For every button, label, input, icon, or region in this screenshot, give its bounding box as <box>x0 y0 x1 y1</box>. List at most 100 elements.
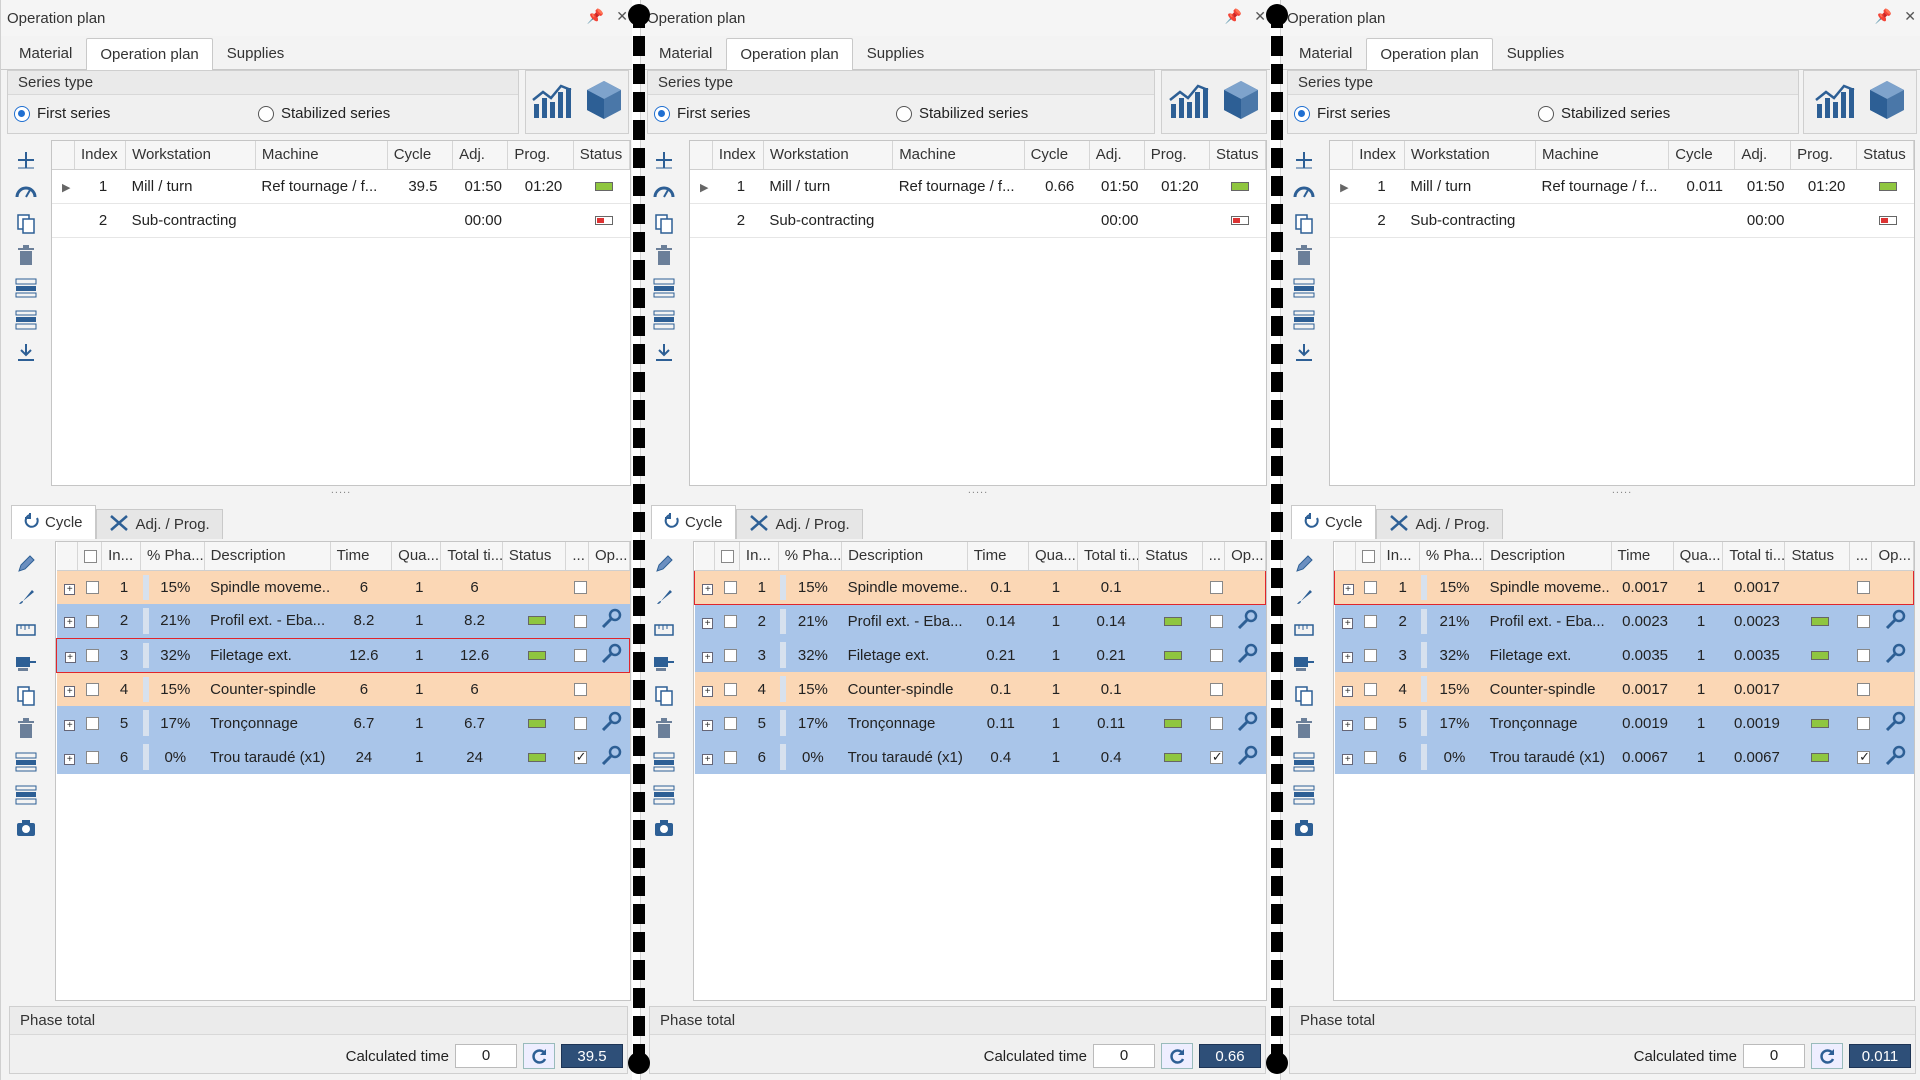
pin-icon[interactable]: 📌 <box>1875 8 1892 25</box>
expand-plus-icon[interactable]: + <box>702 685 714 697</box>
select-all-checkbox[interactable] <box>83 549 97 563</box>
copy-icon[interactable] <box>13 684 39 708</box>
phase-op-cell[interactable] <box>588 604 630 638</box>
phase-row[interactable]: +1 15% Spindle moveme... 6 1 6 <box>56 570 630 604</box>
column-header[interactable]: Adj. <box>1089 141 1145 170</box>
splitter-handle[interactable]: ..... <box>1329 485 1915 496</box>
phase-op-cell[interactable] <box>588 637 631 673</box>
move-down-icon[interactable] <box>1291 783 1317 807</box>
column-header[interactable]: Description <box>1483 542 1612 571</box>
wrench-icon[interactable] <box>601 609 623 632</box>
wrench-icon[interactable] <box>1885 745 1907 769</box>
select-all-cell[interactable] <box>77 542 103 571</box>
phase-option-checkbox[interactable] <box>1209 615 1223 629</box>
phase-op-cell[interactable] <box>1224 604 1266 638</box>
phase-select-cell[interactable] <box>1355 604 1381 638</box>
column-header[interactable]: Cycle <box>1668 141 1736 170</box>
edit-icon[interactable] <box>651 552 677 576</box>
move-up-icon[interactable] <box>1291 750 1317 774</box>
column-header[interactable]: Time <box>1611 542 1674 571</box>
phase-row[interactable]: +1 15% Spindle moveme... 0.0017 1 0.0017 <box>1334 569 1914 605</box>
phase-expand-cell[interactable]: + <box>56 706 77 740</box>
wrench-icon[interactable] <box>601 643 623 667</box>
machine-icon[interactable] <box>651 651 677 675</box>
phase-option-cell[interactable] <box>1202 706 1225 740</box>
row-expander-icon[interactable]: ▶ <box>1330 169 1353 204</box>
phase-select-cell[interactable] <box>1355 740 1381 774</box>
column-header[interactable]: Workstation <box>125 141 256 170</box>
wrench-icon[interactable] <box>1885 609 1907 633</box>
phase-op-cell[interactable] <box>1224 706 1266 740</box>
column-header[interactable]: Total ti... <box>440 542 503 571</box>
phase-expand-cell[interactable]: + <box>56 637 77 673</box>
phase-op-cell[interactable] <box>1871 638 1914 672</box>
import-icon[interactable] <box>13 340 39 364</box>
phase-select-cell[interactable] <box>77 672 102 706</box>
phase-option-cell[interactable] <box>1849 672 1872 706</box>
column-header[interactable]: Adj. <box>1734 141 1792 170</box>
column-header[interactable]: Status <box>1784 542 1850 571</box>
phase-row[interactable]: +4 15% Counter-spindle 0.1 1 0.1 <box>694 672 1266 706</box>
operation-row[interactable]: 2 Sub-contracting 00:00 <box>690 203 1266 238</box>
phase-select-cell[interactable] <box>1355 706 1381 740</box>
copy-icon[interactable] <box>651 684 677 708</box>
expand-plus-icon[interactable]: + <box>1342 685 1354 697</box>
phase-row[interactable]: +3 32% Filetage ext. 0.0035 1 0.0035 <box>1334 638 1914 672</box>
expand-plus-icon[interactable]: + <box>1342 719 1354 731</box>
tab-supplies[interactable]: Supplies <box>1493 37 1579 69</box>
gauge-icon[interactable] <box>1291 180 1317 204</box>
tab-cycle[interactable]: Cycle <box>651 505 736 539</box>
phase-select-cell[interactable] <box>1355 569 1381 605</box>
phase-op-cell[interactable] <box>1871 740 1914 774</box>
phase-select-cell[interactable] <box>1355 672 1381 706</box>
column-header[interactable]: Qua... <box>391 542 442 571</box>
column-header[interactable]: Machine <box>892 141 1025 170</box>
column-header[interactable]: Machine <box>255 141 388 170</box>
phase-select-cell[interactable] <box>714 706 740 740</box>
copy-icon[interactable] <box>651 212 677 236</box>
phase-option-checkbox[interactable] <box>1209 749 1223 765</box>
phase-option-cell[interactable] <box>1849 706 1872 740</box>
column-header[interactable]: Workstation <box>763 141 894 170</box>
phase-option-cell[interactable] <box>565 637 589 673</box>
wrench-icon[interactable] <box>1885 711 1907 735</box>
edit-icon[interactable] <box>13 552 39 576</box>
phase-expand-cell[interactable]: + <box>694 604 715 638</box>
row-expander-icon[interactable] <box>1330 203 1353 238</box>
column-header[interactable]: Qua... <box>1028 542 1078 571</box>
phase-option-checkbox[interactable] <box>573 614 587 628</box>
expand-plus-icon[interactable]: + <box>64 617 76 629</box>
phase-row[interactable]: +2 21% Profil ext. - Eba... 0.14 1 0.14 <box>694 604 1266 638</box>
phase-select-cell[interactable] <box>77 604 102 638</box>
tab-operation-plan[interactable]: Operation plan <box>726 38 853 70</box>
phase-option-cell[interactable] <box>1202 672 1225 706</box>
close-icon[interactable]: ✕ <box>1254 8 1266 25</box>
tab-supplies[interactable]: Supplies <box>853 37 939 69</box>
calculated-time-input[interactable]: 0 <box>455 1044 517 1068</box>
phase-option-checkbox[interactable] <box>573 749 587 765</box>
expand-plus-icon[interactable]: + <box>64 651 76 663</box>
phase-expand-cell[interactable]: + <box>56 570 77 604</box>
expand-plus-icon[interactable]: + <box>64 685 76 697</box>
phase-row[interactable]: +4 15% Counter-spindle 0.0017 1 0.0017 <box>1334 672 1914 706</box>
select-all-cell[interactable] <box>714 542 740 571</box>
phase-select-cell[interactable] <box>714 672 740 706</box>
wrench-icon[interactable] <box>1237 711 1259 735</box>
add-operation-icon[interactable] <box>13 148 39 172</box>
edit-icon[interactable] <box>1291 552 1317 576</box>
column-header[interactable]: % Pha... <box>1419 542 1485 571</box>
tab-adj-prog[interactable]: Adj. / Prog. <box>735 509 863 539</box>
column-header[interactable]: Adj. <box>452 141 509 170</box>
column-header[interactable]: Prog. <box>507 141 574 170</box>
tab-material[interactable]: Material <box>645 37 726 69</box>
pin-icon[interactable]: 📌 <box>1225 8 1242 25</box>
phase-option-cell[interactable] <box>565 570 589 604</box>
row-checkbox[interactable] <box>1364 649 1378 663</box>
phase-expand-cell[interactable]: + <box>56 672 77 706</box>
column-header[interactable]: Prog. <box>1144 141 1210 170</box>
expand-plus-icon[interactable]: + <box>702 719 714 731</box>
row-checkbox[interactable] <box>1364 581 1378 595</box>
refresh-icon[interactable] <box>1811 1043 1843 1069</box>
column-header[interactable]: Index <box>1352 141 1405 170</box>
phase-expand-cell[interactable]: + <box>694 672 715 706</box>
